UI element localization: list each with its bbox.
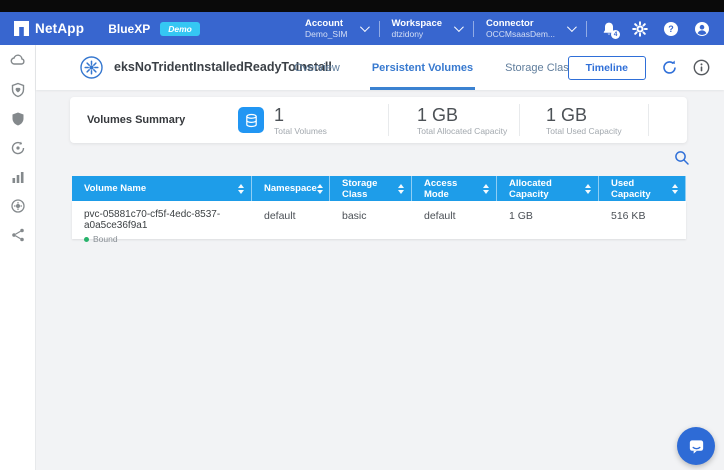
left-nav-sidebar	[0, 45, 36, 470]
product-name: BlueXP	[108, 22, 150, 36]
notifications-bell-icon[interactable]: 4	[601, 21, 617, 37]
chevron-down-icon	[454, 22, 464, 32]
window-top-bar	[0, 0, 724, 12]
column-header-namespace[interactable]: Namespace	[252, 176, 330, 201]
share-icon[interactable]	[10, 227, 26, 243]
health-icon[interactable]	[10, 82, 26, 98]
header-right: Account Demo_SIM Workspace dtzidony Conn…	[293, 18, 710, 39]
table-row[interactable]: pvc-05881c70-cf5f-4edc-8537-a0a5ce36f9a1…	[72, 201, 686, 239]
demo-badge: Demo	[160, 22, 200, 36]
chat-launcher-button[interactable]	[677, 427, 715, 465]
status-text: Bound	[93, 234, 118, 244]
column-header-used-capacity[interactable]: Used Capacity	[599, 176, 686, 201]
account-value: Demo_SIM	[305, 29, 348, 39]
chevron-down-icon	[567, 22, 577, 32]
namespace-cell: default	[252, 201, 330, 239]
total-volumes-value: 1	[274, 105, 327, 125]
allocated-capacity-label: Total Allocated Capacity	[417, 126, 507, 136]
sort-icon[interactable]	[317, 184, 323, 194]
search-icon[interactable]	[674, 150, 690, 166]
divider	[586, 21, 587, 37]
storage-class-cell: basic	[330, 201, 412, 239]
header-icons: 4	[601, 21, 710, 37]
kubernetes-cluster-icon	[80, 56, 103, 79]
connector-label: Connector	[486, 18, 555, 29]
volume-name-cell: pvc-05881c70-cf5f-4edc-8537-a0a5ce36f9a1…	[72, 201, 252, 239]
account-label: Account	[305, 18, 348, 29]
volume-name: pvc-05881c70-cf5f-4edc-8537-a0a5ce36f9a1	[84, 209, 252, 231]
used-capacity-value: 1 GB	[546, 105, 622, 125]
persistent-volumes-table: Volume Name Namespace Storage Class Acce…	[72, 176, 686, 239]
app-header: NetApp BlueXP Demo Account Demo_SIM Work…	[0, 12, 724, 45]
settings-gear-icon[interactable]	[632, 21, 648, 37]
connector-menu[interactable]: Connector OCCMsaasDem...	[474, 18, 586, 39]
bluexp-app: NetApp BlueXP Demo Account Demo_SIM Work…	[0, 0, 724, 470]
account-menu[interactable]: Account Demo_SIM	[293, 18, 379, 39]
content-area: Volumes Summary 1 Total Volumes 1	[36, 90, 724, 470]
column-header-storage-class[interactable]: Storage Class	[330, 176, 412, 201]
chevron-down-icon	[359, 22, 369, 32]
stat-used-capacity: 1 GB Total Used Capacity	[520, 105, 648, 136]
extensions-icon[interactable]	[10, 198, 26, 214]
sort-icon[interactable]	[672, 184, 678, 194]
sort-icon[interactable]	[398, 184, 404, 194]
summary-title: Volumes Summary	[70, 114, 220, 126]
used-capacity-cell: 516 KB	[599, 201, 686, 239]
column-header-allocated-capacity[interactable]: Allocated Capacity	[497, 176, 599, 201]
tab-persistent-volumes[interactable]: Persistent Volumes	[370, 45, 475, 90]
cluster-title-bar: eksNoTridentInstalledReadyToInstall Over…	[36, 45, 724, 90]
column-header-access-mode[interactable]: Access Mode	[412, 176, 497, 201]
info-icon[interactable]	[693, 59, 710, 76]
storage-icon[interactable]	[10, 53, 26, 69]
governance-icon[interactable]	[10, 140, 26, 156]
allocated-capacity-value: 1 GB	[417, 105, 507, 125]
protection-icon[interactable]	[10, 111, 26, 127]
brand-name: NetApp	[35, 21, 84, 36]
help-icon[interactable]: ?	[663, 21, 679, 37]
svg-text:?: ?	[668, 24, 674, 34]
volume-status: Bound	[84, 234, 118, 244]
stat-total-volumes: 1 Total Volumes	[220, 105, 388, 136]
tabs: Overview Persistent Volumes Storage Clas…	[292, 45, 588, 90]
used-capacity-label: Total Used Capacity	[546, 126, 622, 136]
timeline-button[interactable]: Timeline	[568, 56, 646, 80]
allocated-capacity-cell: 1 GB	[497, 201, 599, 239]
workspace-label: Workspace	[392, 18, 443, 29]
sort-icon[interactable]	[483, 184, 489, 194]
connector-value: OCCMsaasDem...	[486, 29, 555, 39]
refresh-icon[interactable]	[661, 59, 678, 76]
total-volumes-label: Total Volumes	[274, 126, 327, 136]
sort-icon[interactable]	[238, 184, 244, 194]
divider	[648, 104, 649, 136]
access-mode-cell: default	[412, 201, 497, 239]
notification-badge: 4	[611, 30, 620, 39]
title-bar-actions: Timeline	[568, 45, 710, 90]
stat-allocated-capacity: 1 GB Total Allocated Capacity	[389, 105, 519, 136]
tab-overview[interactable]: Overview	[292, 45, 342, 90]
workspace-menu[interactable]: Workspace dtzidony	[380, 18, 474, 39]
status-dot-icon	[84, 237, 89, 242]
workspace-value: dtzidony	[392, 29, 443, 39]
mobility-icon[interactable]	[10, 169, 26, 185]
netapp-logo-icon	[14, 21, 29, 36]
column-header-volume-name[interactable]: Volume Name	[72, 176, 252, 201]
user-account-icon[interactable]	[694, 21, 710, 37]
table-header-row: Volume Name Namespace Storage Class Acce…	[72, 176, 686, 201]
volumes-summary-card: Volumes Summary 1 Total Volumes 1	[70, 97, 687, 143]
sort-icon[interactable]	[585, 184, 591, 194]
volumes-database-icon	[238, 107, 264, 133]
